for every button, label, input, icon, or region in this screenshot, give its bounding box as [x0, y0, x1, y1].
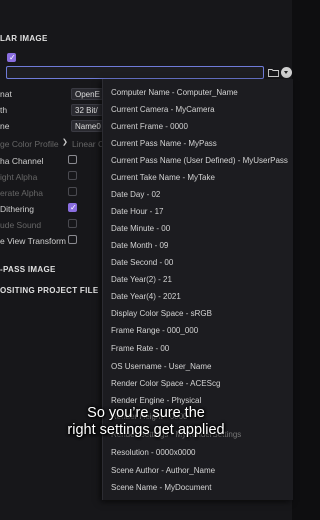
format-label: nat	[0, 89, 12, 99]
menu-item-current-pass-name[interactable]: Current Pass Name - MyPass	[111, 139, 217, 148]
caption-line-2: right settings get applied	[67, 422, 225, 438]
section-regular-image[interactable]: LAR IMAGE	[0, 34, 48, 43]
include-sound-label: ude Sound	[0, 220, 42, 230]
include-sound-checkbox[interactable]	[68, 219, 77, 228]
separate-alpha-label: erate Alpha	[0, 188, 44, 198]
format-select[interactable]: OpenE	[71, 88, 103, 100]
menu-item-os-username[interactable]: OS Username - User_Name	[111, 362, 211, 371]
menu-item-date-year-4[interactable]: Date Year(4) - 2021	[111, 292, 181, 301]
regular-image-save-checkbox[interactable]	[7, 53, 16, 62]
menu-item-current-camera[interactable]: Current Camera - MyCamera	[111, 105, 215, 114]
folder-icon[interactable]	[268, 68, 279, 77]
menu-item-date-day[interactable]: Date Day - 02	[111, 190, 160, 199]
menu-item-render-color-space[interactable]: Render Color Space - ACEScg	[111, 379, 220, 388]
menu-item-computer-name[interactable]: Computer Name - Computer_Name	[111, 88, 238, 97]
menu-item-render-engine[interactable]: Render Engine - Physical	[111, 396, 201, 405]
dithering-checkbox[interactable]	[68, 203, 77, 212]
menu-item-current-pass-name-user[interactable]: Current Pass Name (User Defined) - MyUse…	[111, 156, 288, 165]
menu-item-frame-rate[interactable]: Frame Rate - 00	[111, 344, 169, 353]
separate-alpha-checkbox[interactable]	[68, 187, 77, 196]
menu-item-date-year-2[interactable]: Date Year(2) - 21	[111, 275, 172, 284]
image-color-profile-label: ge Color Profile	[0, 139, 59, 149]
menu-item-current-take-name[interactable]: Current Take Name - MyTake	[111, 173, 215, 182]
menu-item-scene-author[interactable]: Scene Author - Author_Name	[111, 466, 215, 475]
image-color-profile-value[interactable]: Linear C	[72, 139, 104, 149]
file-path-input[interactable]	[6, 66, 264, 79]
token-dropdown-button[interactable]	[281, 67, 292, 78]
depth-label: th	[0, 105, 8, 115]
menu-item-resolution[interactable]: Resolution - 0000x0000	[111, 448, 196, 457]
menu-item-frame-range[interactable]: Frame Range - 000_000	[111, 326, 198, 335]
alpha-channel-checkbox[interactable]	[68, 155, 77, 164]
section-multipass-image[interactable]: -PASS IMAGE	[0, 265, 56, 274]
name-select[interactable]: Name0	[71, 120, 103, 132]
straight-alpha-checkbox[interactable]	[68, 171, 77, 180]
view-transform-checkbox[interactable]	[68, 235, 77, 244]
straight-alpha-label: ight Alpha	[0, 172, 38, 182]
menu-item-date-month[interactable]: Date Month - 09	[111, 241, 168, 250]
menu-item-date-hour[interactable]: Date Hour - 17	[111, 207, 163, 216]
name-label: ne	[0, 121, 10, 131]
alpha-channel-label: ha Channel	[0, 156, 44, 166]
menu-item-display-color-space[interactable]: Display Color Space - sRGB	[111, 309, 212, 318]
depth-select[interactable]: 32 Bit/	[71, 104, 103, 116]
menu-item-scene-name[interactable]: Scene Name - MyDocument	[111, 483, 211, 492]
menu-item-date-second[interactable]: Date Second - 00	[111, 258, 173, 267]
caption-line-1: So you’re sure the	[87, 405, 205, 421]
chevron-right-icon[interactable]: ❯	[62, 138, 68, 146]
section-compositing-project-file[interactable]: OSITING PROJECT FILE	[0, 286, 98, 295]
save-settings-panel: LAR IMAGE nat OpenE th 32 Bit/ ne Name0 …	[0, 0, 293, 520]
menu-item-current-frame[interactable]: Current Frame - 0000	[111, 122, 188, 131]
dithering-label: Dithering	[0, 204, 35, 214]
view-transform-label: e View Transform	[0, 236, 66, 246]
menu-item-date-minute[interactable]: Date Minute - 00	[111, 224, 170, 233]
